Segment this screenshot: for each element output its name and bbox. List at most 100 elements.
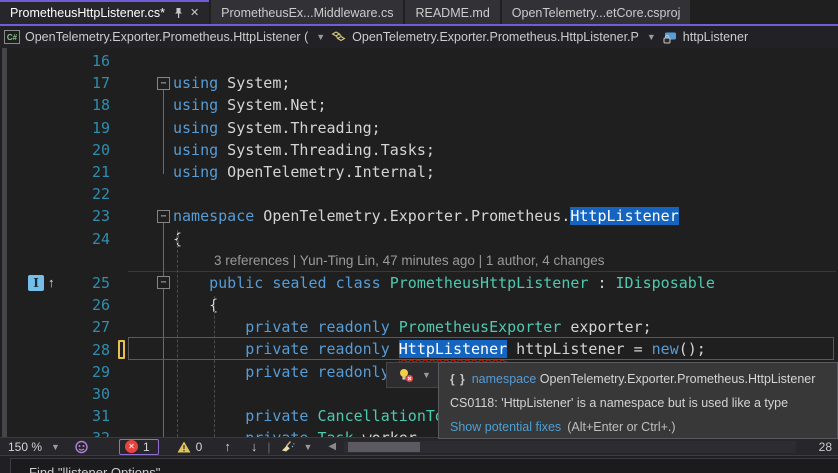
line-number[interactable]: 30 [70,385,110,403]
fold-margin [133,250,173,272]
document-tab[interactable]: README.md [405,0,500,24]
gutter-indicator-margin[interactable] [0,205,70,227]
gutter-indicator-margin[interactable] [0,250,70,272]
change-tracking-margin [110,183,133,205]
pin-icon[interactable] [173,7,184,19]
line-number[interactable]: 19 [70,119,110,137]
gutter-indicator-margin[interactable] [0,338,70,360]
close-icon[interactable]: ✕ [190,7,199,19]
breadcrumb-member[interactable]: httpListener [662,30,748,45]
intellicode-indicator-icon[interactable]: I [28,274,44,291]
line-number[interactable]: 27 [70,318,110,336]
chevron-down-icon: ▼ [303,441,313,452]
line-number[interactable]: 22 [70,185,110,203]
scrollbar-thumb[interactable] [348,441,421,452]
zoom-level-select[interactable]: 150 % ▼ [8,440,60,454]
line-number[interactable]: 31 [70,407,110,425]
quick-actions-button[interactable]: ▼ [386,362,442,388]
line-number[interactable]: 18 [70,96,110,114]
line-number[interactable]: 29 [70,363,110,381]
error-count-badge[interactable]: ✕ 1 [118,438,159,455]
editor-bottom-bar: 150 % ▼ ✕ 1 0 ↑ ↓ | ▼ ◀ 28 [0,437,838,455]
chevron-down-icon[interactable]: ▼ [316,32,325,42]
chevron-down-icon[interactable]: ▼ [647,32,656,42]
fold-margin [133,50,173,72]
code-line[interactable]: 21 using OpenTelemetry.Internal; [0,161,838,183]
line-number[interactable]: 20 [70,141,110,159]
breadcrumb-project[interactable]: C# OpenTelemetry.Exporter.Prometheus.Htt… [4,30,325,44]
code-text[interactable]: { [173,294,218,316]
gutter-indicator-margin[interactable] [0,72,70,94]
prev-issue-button[interactable]: ↑ [224,439,231,454]
indent-guide [177,230,178,437]
show-potential-fixes-link[interactable]: Show potential fixes [450,420,561,434]
code-line[interactable]: 18 using System.Net; [0,94,838,116]
line-number[interactable]: 25 [70,274,110,292]
gutter-indicator-margin[interactable] [0,161,70,183]
gutter-indicator-margin[interactable] [0,94,70,116]
gutter-indicator-margin[interactable] [0,361,70,383]
tab-label: README.md [415,6,490,20]
document-tab[interactable]: OpenTelemetry...etCore.csproj [501,0,691,24]
code-text[interactable]: using System; [173,72,290,94]
document-tab[interactable]: PrometheusHttpListener.cs* ✕ [0,0,210,24]
code-line[interactable]: 3 references | Yun-Ting Lin, 47 minutes … [0,250,838,272]
code-text[interactable]: using System.Threading; [173,117,381,139]
change-tracking-margin [110,117,133,139]
fold-toggle[interactable]: − [157,209,170,223]
code-text[interactable]: using System.Threading.Tasks; [173,139,435,161]
gutter-indicator-margin[interactable] [0,117,70,139]
code-line[interactable]: 24{ [0,228,838,250]
code-line[interactable]: 17 − using System; [0,72,838,94]
scroll-left-button[interactable]: ◀ [328,441,336,452]
gutter-indicator-margin[interactable] [0,294,70,316]
gutter-indicator-margin[interactable] [0,316,70,338]
lightbulb-error-icon [400,368,414,382]
gutter-indicator-margin[interactable]: I ↑ [0,272,70,294]
gutter-indicator-margin[interactable] [0,383,70,405]
code-line[interactable]: I ↑ 25 − public sealed class PrometheusHttp… [0,272,838,294]
code-text[interactable]: public sealed class PrometheusHttpListen… [173,272,715,294]
next-issue-button[interactable]: ↓ [251,439,258,454]
code-text[interactable]: using System.Net; [173,94,327,116]
code-line[interactable]: 26 { [0,294,838,316]
line-number[interactable]: 17 [70,74,110,92]
warning-count-badge[interactable]: 0 [177,440,202,454]
code-line[interactable]: 16 [0,50,838,72]
gutter-indicator-margin[interactable] [0,405,70,427]
fold-toggle[interactable]: − [157,76,170,90]
code-line[interactable]: 27 private readonly PrometheusExporter e… [0,316,838,338]
code-editor[interactable]: 16 17− using System; 18 using System.Net; 19 u… [0,48,838,455]
horizontal-scrollbar[interactable] [344,440,797,453]
code-line[interactable]: 20 using System.Threading.Tasks; [0,139,838,161]
document-health-icon[interactable] [74,440,89,454]
outline-guide [163,218,164,437]
status-bar: Find "llistener Options" [0,455,838,473]
code-text[interactable]: using OpenTelemetry.Internal; [173,161,435,183]
error-icon: ✕ [124,440,138,453]
change-tracking-margin [110,72,133,94]
gutter-indicator-margin[interactable] [0,183,70,205]
line-number[interactable]: 24 [70,230,110,248]
line-number[interactable]: 23 [70,207,110,225]
fixes-shortcut: (Alt+Enter or Ctrl+.) [567,419,676,434]
fold-toggle[interactable]: − [157,276,170,290]
gutter-indicator-margin[interactable] [0,139,70,161]
code-line[interactable]: 23 − namespace OpenTelemetry.Exporter.Prom… [0,205,838,227]
code-cleanup-button[interactable]: ▼ [280,440,312,454]
line-number[interactable]: 28 [70,341,110,359]
code-line[interactable]: 19 using System.Threading; [0,117,838,139]
line-number[interactable]: 26 [70,296,110,314]
gutter-indicator-margin[interactable] [0,228,70,250]
code-text[interactable]: private readonly b [173,361,408,383]
line-number[interactable]: 21 [70,163,110,181]
codelens-info[interactable]: 3 references | Yun-Ting Lin, 47 minutes … [214,253,605,268]
line-number[interactable]: 16 [70,52,110,70]
code-text[interactable]: namespace OpenTelemetry.Exporter.Prometh… [173,205,679,227]
code-line[interactable]: 22 [0,183,838,205]
breadcrumb-member-label: httpListener [682,30,749,44]
document-tab[interactable]: PrometheusEx...Middleware.cs [211,0,404,24]
breadcrumb-type[interactable]: OpenTelemetry.Exporter.Prometheus.HttpLi… [331,30,656,44]
gutter-indicator-margin[interactable] [0,50,70,72]
code-text[interactable]: private readonly PrometheusExporter expo… [173,316,651,338]
